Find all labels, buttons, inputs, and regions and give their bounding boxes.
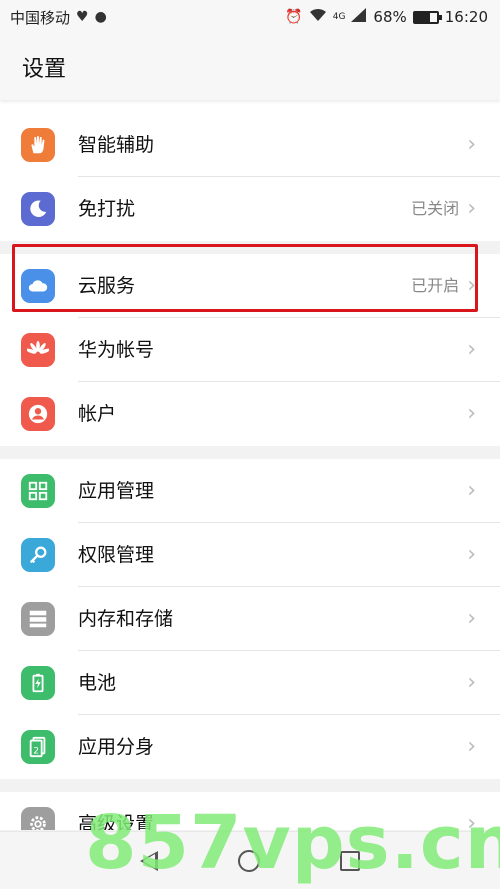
settings-item-label: 应用分身 [78,736,155,758]
settings-item[interactable]: 内存和存储 › [0,587,500,651]
settings-item[interactable]: 智能辅助 › [0,113,500,177]
settings-item[interactable]: 帐户 › [0,382,500,446]
settings-item-right: › [467,651,476,715]
settings-item-row: 华为帐号 › [78,318,500,382]
svg-text:2: 2 [33,745,39,756]
chevron-right-icon: › [467,196,476,221]
huawei-logo-icon [21,333,55,367]
settings-item-right: › [467,523,476,587]
settings-item-row: 权限管理 › [78,523,500,587]
settings-item-row: 应用分身 › [78,715,500,779]
recents-button[interactable] [340,850,360,871]
settings-item-label: 智能辅助 [78,133,155,156]
signal-icon [351,8,367,26]
settings-group: 云服务 已开启 › 华为帐号 › 帐户 › [0,254,500,446]
hand-icon [21,128,55,162]
chevron-right-icon: › [467,477,476,503]
user-icon [21,397,55,431]
wifi-icon [309,8,327,26]
settings-item[interactable]: 华为帐号 › [0,318,500,382]
chevron-right-icon: › [467,605,476,631]
settings-item-row: 云服务 已开启 › [78,254,500,318]
chevron-right-icon: › [467,734,476,759]
gear-icon [21,807,55,830]
key-icon [21,538,55,572]
chevron-right-icon: › [467,811,476,830]
settings-list: 智能辅助 › 免打扰 已关闭 › 云服务 已开启 › 华为帐号 › 帐户 › 应用管理 › 权限管理 › 内存和… [0,100,500,830]
chevron-right-icon: › [467,401,476,426]
alarm-icon: ⏰ [285,9,303,25]
storage-icon [21,602,55,636]
settings-item[interactable]: 电池 › [0,651,500,715]
settings-item-right: › [467,113,476,177]
settings-item-status: 已开启 [411,275,460,295]
heart-icon: ♥ [76,9,89,25]
settings-item-label: 高级设置 [78,813,155,830]
settings-item-label: 华为帐号 [78,338,155,361]
page-title: 设置 [0,34,500,100]
battery-status-icon [412,10,442,24]
settings-item[interactable]: 免打扰 已关闭 › [0,177,500,241]
battery-percent: 68% [373,8,407,26]
moon-icon [21,192,55,226]
settings-item-right: › [467,715,476,779]
settings-item-right: › [467,587,476,651]
settings-item-row: 内存和存储 › [78,587,500,651]
settings-item-status: 已关闭 [411,199,460,218]
chevron-right-icon: › [467,131,476,157]
settings-item[interactable]: 权限管理 › [0,523,500,587]
settings-item-label: 应用管理 [78,479,155,502]
settings-item[interactable]: 云服务 已开启 › [0,254,500,318]
settings-item-right: 已关闭 › [411,177,476,241]
settings-item-row: 帐户 › [78,382,500,446]
home-button[interactable] [238,849,260,872]
battery-icon [21,666,55,700]
app-twin-icon: 2 [21,730,55,764]
settings-item-label: 权限管理 [78,543,155,566]
settings-item-row: 高级设置 › [78,792,500,830]
chevron-right-icon: › [467,336,476,362]
settings-item-right: › [467,459,476,523]
chevron-right-icon: › [467,272,476,298]
settings-item-row: 电池 › [78,651,500,715]
settings-item-label: 云服务 [78,274,136,297]
chevron-right-icon: › [467,669,476,695]
carrier-label: 中国移动 [10,8,71,27]
back-button[interactable] [140,850,158,871]
cloud-icon [21,269,55,303]
settings-item-row: 智能辅助 › [78,113,500,177]
navigation-bar [0,831,500,889]
settings-item-row: 应用管理 › [78,459,500,523]
settings-item[interactable]: 高级设置 › [0,792,500,830]
settings-item-label: 帐户 [78,403,117,425]
settings-group: 高级设置 › [0,792,500,830]
settings-item-right: › [467,318,476,382]
settings-group: 应用管理 › 权限管理 › 内存和存储 › 电池 › 2 应用分身 › [0,459,500,779]
settings-item-label: 免打扰 [78,198,136,220]
clock: 16:20 [444,8,488,26]
settings-item-label: 电池 [78,671,117,694]
settings-item[interactable]: 2 应用分身 › [0,715,500,779]
chevron-right-icon: › [467,541,476,567]
settings-item-row: 免打扰 已关闭 › [78,177,500,241]
wechat-icon: ● [94,9,107,25]
status-bar: 中国移动 ♥ ● ⏰ 4G 68% 16:20 [0,0,500,34]
settings-item-right: › [467,792,476,830]
grid-icon [21,474,55,508]
settings-item-label: 内存和存储 [78,607,174,630]
settings-item-right: 已开启 › [411,254,476,318]
network-type: 4G [332,12,346,22]
settings-group: 智能辅助 › 免打扰 已关闭 › [0,100,500,241]
settings-item-right: › [467,382,476,446]
settings-item[interactable]: 应用管理 › [0,459,500,523]
